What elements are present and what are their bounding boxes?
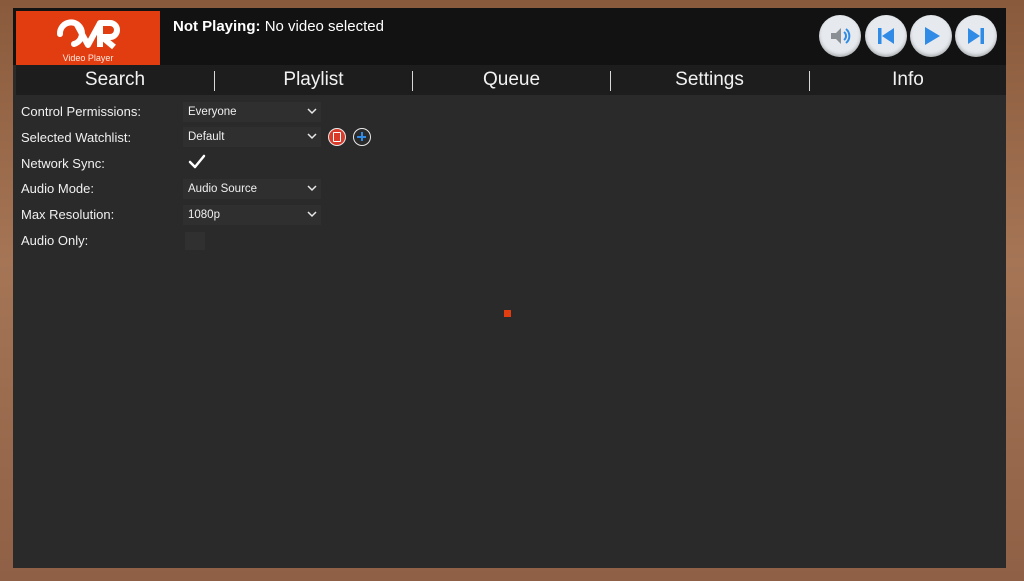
next-button[interactable]	[955, 15, 997, 57]
app-logo: Video Player	[16, 11, 160, 65]
tab-info[interactable]: Info	[810, 65, 1006, 95]
speaker-icon	[831, 28, 851, 44]
cvr-logo-mark	[57, 19, 120, 50]
play-button[interactable]	[910, 15, 952, 57]
previous-button[interactable]	[865, 15, 907, 57]
max-resolution-dropdown[interactable]: 1080p	[183, 205, 321, 225]
tab-settings[interactable]: Settings	[611, 65, 808, 95]
audio-mode-value: Audio Source	[188, 183, 258, 195]
chevron-down-icon	[307, 185, 317, 192]
tab-bar: Search Playlist Queue Settings Info	[16, 65, 1006, 95]
skip-previous-icon	[878, 28, 894, 44]
control-permissions-label: Control Permissions:	[21, 104, 141, 119]
play-icon	[925, 27, 940, 45]
audio-mode-dropdown[interactable]: Audio Source	[183, 179, 321, 199]
tab-queue[interactable]: Queue	[413, 65, 610, 95]
skip-next-icon	[968, 28, 984, 44]
trash-icon	[333, 132, 341, 142]
max-resolution-label: Max Resolution:	[21, 207, 115, 222]
logo-subtitle: Video Player	[62, 53, 114, 63]
selected-watchlist-value: Default	[188, 131, 225, 143]
header-bar: Video Player Not Playing: No video selec…	[13, 8, 1006, 65]
delete-watchlist-button[interactable]	[328, 128, 346, 146]
chevron-down-icon	[307, 211, 317, 218]
tab-search[interactable]: Search	[16, 65, 214, 95]
pointer-cursor	[504, 310, 511, 317]
max-resolution-value: 1080p	[188, 209, 220, 221]
selected-watchlist-label: Selected Watchlist:	[21, 130, 132, 145]
video-player-panel: Video Player Not Playing: No video selec…	[13, 8, 1006, 568]
audio-only-checkbox[interactable]	[185, 232, 205, 250]
network-sync-checkbox[interactable]	[188, 154, 206, 170]
control-permissions-value: Everyone	[188, 106, 237, 118]
status-text: No video selected	[264, 18, 384, 35]
audio-only-label: Audio Only:	[21, 233, 89, 248]
volume-button[interactable]	[819, 15, 861, 57]
add-watchlist-button[interactable]	[353, 128, 371, 146]
audio-mode-label: Audio Mode:	[21, 181, 94, 196]
status-label: Not Playing:	[173, 18, 261, 35]
now-playing-status: Not Playing: No video selected	[173, 18, 384, 35]
chevron-down-icon	[307, 133, 317, 140]
selected-watchlist-dropdown[interactable]: Default	[183, 127, 321, 147]
network-sync-label: Network Sync:	[21, 156, 105, 171]
tab-playlist[interactable]: Playlist	[215, 65, 412, 95]
control-permissions-dropdown[interactable]: Everyone	[183, 102, 321, 122]
chevron-down-icon	[307, 108, 317, 115]
